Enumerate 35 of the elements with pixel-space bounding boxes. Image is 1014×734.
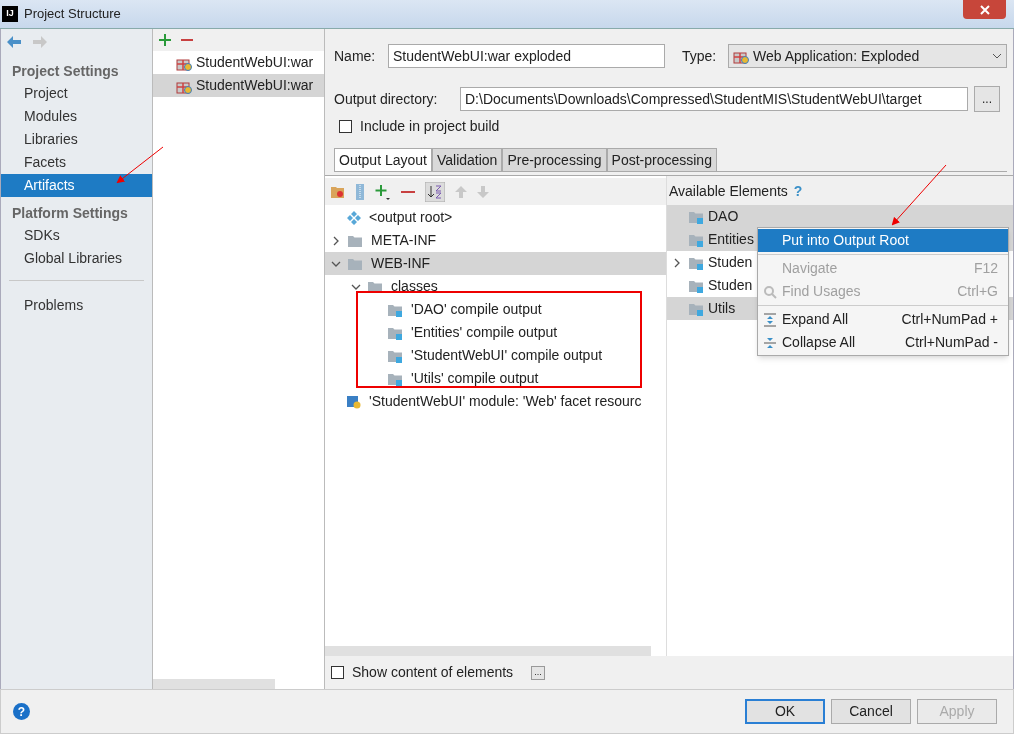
menu-item-label: Expand All <box>782 310 850 329</box>
tree-label: 'DAO' compile output <box>411 300 542 319</box>
tree-label: WEB-INF <box>371 254 431 273</box>
section-header: Project Settings <box>11 62 120 81</box>
menu-shortcut: Ctrl+NumPad - <box>905 333 998 352</box>
output-directory-label: Output directory: <box>334 89 439 109</box>
element-label: DAO <box>708 207 739 226</box>
artifact-label: StudentWebUI:war <box>196 53 314 72</box>
tree-label: 'StudentWebUI' compile output <box>411 346 603 365</box>
tree-label: classes <box>391 277 438 296</box>
tree-label: 'StudentWebUI' module: 'Web' facet resourc <box>369 392 642 411</box>
tree-label: META-INF <box>371 231 437 250</box>
checkbox-label: Show content of elements <box>352 663 514 682</box>
type-label: Type: <box>682 46 718 66</box>
element-label: Studen <box>708 276 753 295</box>
menu-item-label: Find Usages <box>782 282 862 301</box>
element-label: Utils <box>708 299 736 318</box>
element-label: Studen <box>708 253 753 272</box>
section-header: Platform Settings <box>11 204 129 223</box>
checkbox-label: Include in project build <box>360 116 500 136</box>
menu-item-label: Navigate <box>782 259 839 278</box>
menu-shortcut: Ctrl+G <box>957 282 998 301</box>
tree-label: 'Utils' compile output <box>411 369 539 388</box>
menu-item-label: Collapse All <box>782 333 857 352</box>
element-label: Entities <box>708 230 754 249</box>
tree-label: <output root> <box>369 208 453 227</box>
app-logo: IJ <box>2 6 18 22</box>
menu-shortcut: Ctrl+NumPad + <box>901 310 998 329</box>
tree-label: 'Entities' compile output <box>411 323 558 342</box>
menu-item-label: Put into Output Root <box>782 231 910 250</box>
artifact-label: StudentWebUI:war <box>196 76 314 95</box>
available-elements-title: Available Elements <box>669 182 788 201</box>
window-title: Project Structure <box>24 5 121 24</box>
name-label: Name: <box>334 46 377 66</box>
menu-shortcut: F12 <box>973 259 998 278</box>
